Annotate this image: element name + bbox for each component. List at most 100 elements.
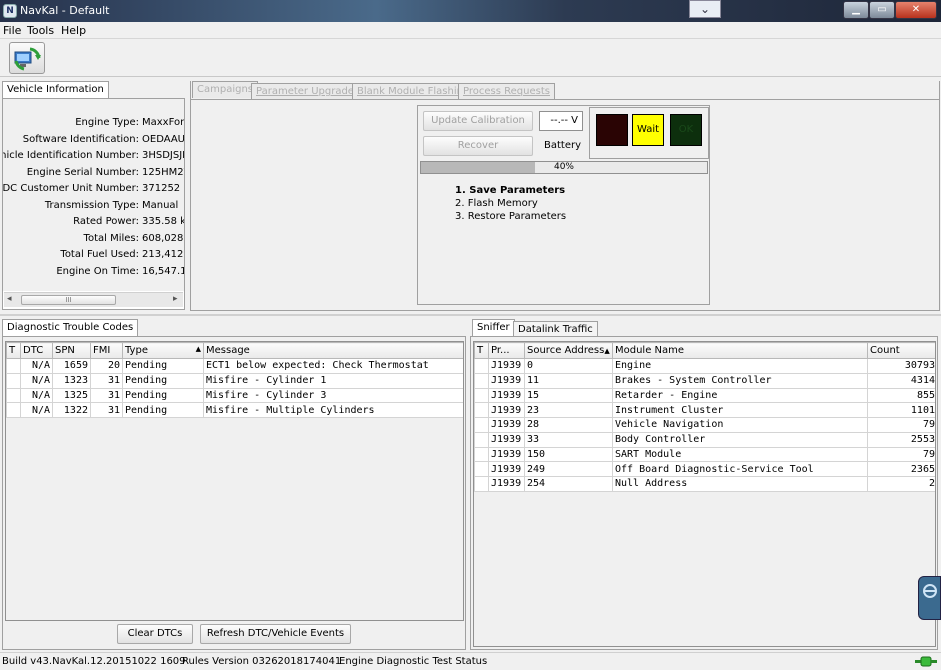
wait-light: Wait [632,114,664,146]
minimize-button[interactable]: ▁ [843,1,869,19]
cell: 31 [90,402,123,418]
tab-vehicle-information[interactable]: Vehicle Information [2,81,109,98]
toolbar [0,39,941,77]
cell: 4314 [867,372,935,389]
col-header-spn[interactable]: SPN [52,342,91,359]
tab-parameter-upgrades[interactable]: Parameter Upgrades [251,83,365,100]
clear-dtcs-button[interactable]: Clear DTCs [117,624,193,644]
table-row[interactable]: J1939 33 Body Controller 2553 [474,431,935,448]
step-item: 2. Flash Memory [455,197,566,210]
cell: 33 [524,431,613,448]
tab-diagnostic-trouble-codes[interactable]: Diagnostic Trouble Codes [2,319,139,336]
build-version: Build v43.NavKal.12.20151022 1609 [2,656,186,667]
step-number: 3. [455,211,465,222]
step-text: Restore Parameters [467,211,567,222]
vehicle-info-row: Engine Type: MaxxForce [3,115,184,132]
dtc-table: T DTC SPN FMI Type ▲ Message N/A 1659 20 Pen… [6,342,463,418]
cell: 1322 [52,402,91,418]
cell: Off Board Diagnostic-Service Tool [612,461,868,477]
vehicle-info-list: Engine Type: MaxxForce Software Identifi… [3,99,184,291]
close-button[interactable]: ✕ [895,1,937,19]
cell: Pending [122,402,204,418]
menu-bar: File Tools Help [0,22,941,39]
cell: J1939 [488,387,525,404]
vehicle-info-row: EDC Customer Unit Number: 371252 [3,181,184,198]
col-header-protocol[interactable]: Pr... [488,342,525,359]
info-label: Engine On Time: [56,265,139,277]
error-light [596,114,628,146]
table-row[interactable]: J1939 15 Retarder - Engine 855 [474,387,935,404]
scroll-left-icon[interactable]: ◂ [7,294,12,304]
chevron-down-icon[interactable]: ⌄ [689,0,721,18]
cell: Misfire - Multiple Cylinders [203,402,463,418]
table-row[interactable]: J1939 249 Off Board Diagnostic-Service Too… [474,461,935,477]
cell: 23 [524,402,613,418]
menu-file[interactable]: File [3,24,21,37]
horizontal-scrollbar[interactable]: ◂ III ▸ [4,292,183,307]
col-header-fmi[interactable]: FMI [90,342,123,359]
cell: 1659 [52,358,91,374]
col-header-source-address[interactable]: Source Address▲ [524,342,613,359]
cell: N/A [20,402,53,418]
app-icon: N [3,4,17,18]
cell: J1939 [488,476,525,492]
col-header-type[interactable]: Type ▲ [122,342,204,359]
table-row[interactable]: J1939 23 Instrument Cluster 1101 [474,402,935,418]
update-calibration-button[interactable]: Update Calibration [423,111,533,131]
info-value: Manual [142,199,179,211]
table-row[interactable]: J1939 0 Engine 30793 [474,358,935,374]
cell [474,476,489,492]
connect-button[interactable] [9,42,45,74]
col-header-dtc[interactable]: DTC [20,342,53,359]
table-row[interactable]: J1939 28 Vehicle Navigation 79 [474,417,935,433]
scroll-thumb[interactable]: III [21,295,116,305]
info-value: 335.58 kW [142,216,184,227]
col-header-message[interactable]: Message [203,342,463,359]
menu-tools[interactable]: Tools [27,24,54,37]
info-value: OEDAAUN [142,133,184,145]
tab-blank-module-flashing[interactable]: Blank Module Flashing [352,83,475,100]
table-row[interactable]: J1939 254 Null Address 2 [474,476,935,492]
cell: Instrument Cluster [612,402,868,418]
status-lights: Wait OK [589,107,709,159]
connection-status-icon [915,656,937,667]
tab-sniffer[interactable]: Sniffer [472,319,515,336]
cell: 79 [867,446,935,463]
cell: Vehicle Navigation [612,417,868,433]
menu-help[interactable]: Help [61,24,86,37]
table-row[interactable]: N/A 1322 31 Pending Misfire - Multiple Cylin… [6,402,463,418]
cell: 1101 [867,402,935,418]
step-text: Flash Memory [467,198,538,209]
network-connect-icon [14,47,41,71]
dtc-table-container: T DTC SPN FMI Type ▲ Message N/A 1659 20 Pen… [5,341,464,621]
table-row[interactable]: J1939 11 Brakes - System Controller 4314 [474,372,935,389]
cell: 79 [867,417,935,433]
cell: Body Controller [612,431,868,448]
ok-light: OK [670,114,702,146]
col-header-t[interactable]: T [474,342,489,359]
table-row[interactable]: J1939 150 SART Module 79 [474,446,935,463]
vehicle-info-row: Transmission Type: Manual [3,198,184,215]
cell [474,417,489,433]
table-row[interactable]: N/A 1323 31 Pending Misfire - Cylinder 1 [6,372,463,389]
table-row[interactable]: N/A 1659 20 Pending ECT1 below expected: Che… [6,358,463,374]
col-header-count[interactable]: Count [867,342,935,359]
tab-process-requests[interactable]: Process Requests [458,83,555,100]
splitter[interactable] [0,314,941,316]
scroll-right-icon[interactable]: ▸ [173,294,178,304]
cell: ECT1 below expected: Check Thermostat [203,358,463,374]
tab-campaigns[interactable]: Campaigns [192,81,259,98]
maximize-button[interactable]: ▭ [869,1,895,19]
cell [474,431,489,448]
refresh-dtc-button[interactable]: Refresh DTC/Vehicle Events [200,624,351,644]
recover-button[interactable]: Recover [423,136,533,156]
cell: J1939 [488,417,525,433]
cell [474,358,489,374]
col-header-module-name[interactable]: Module Name [612,342,868,359]
table-row[interactable]: N/A 1325 31 Pending Misfire - Cylinder 3 [6,387,463,404]
cell: 249 [524,461,613,477]
side-dock-button[interactable] [918,576,941,620]
rules-version: Rules Version 03262018174041 [182,656,342,667]
col-header-t[interactable]: T [6,342,21,359]
progress-text: 40% [553,162,574,172]
